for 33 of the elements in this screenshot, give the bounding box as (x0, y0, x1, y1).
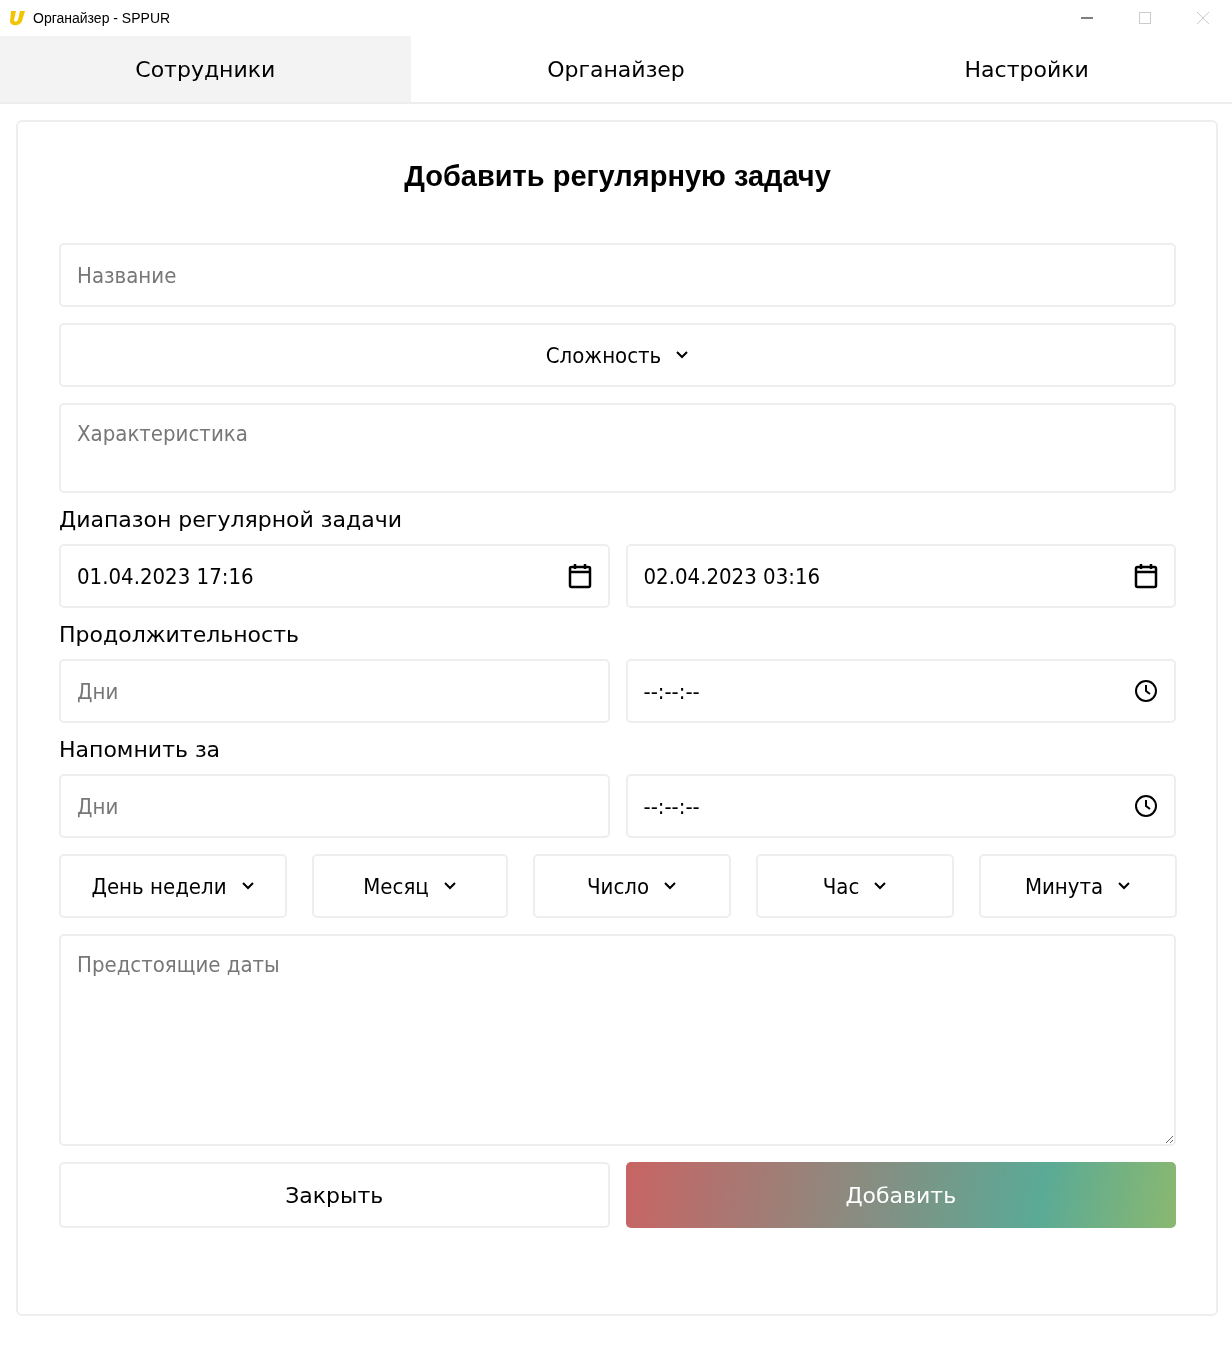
section-label: Напомнить за (59, 737, 222, 762)
chevron-down-icon (240, 881, 255, 891)
date-field[interactable]: 02.04.2023 03:16 (625, 544, 1176, 608)
calendar-icon[interactable] (567, 563, 592, 589)
time-field[interactable]: --:--:-- (625, 774, 1176, 838)
clock-icon[interactable] (1134, 679, 1158, 703)
time-field[interactable]: --:--:-- (625, 659, 1176, 723)
chevron-down-icon (1117, 881, 1132, 891)
select-dropdown[interactable]: День недели (59, 854, 287, 918)
select-dropdown[interactable]: Минута (979, 854, 1177, 918)
chevron-down-icon (675, 350, 690, 360)
calendar-icon[interactable] (1134, 563, 1158, 589)
nav-tab[interactable]: Сотрудники (0, 36, 411, 102)
section-label: Продолжительность (59, 622, 300, 647)
window-title: Органайзер - SPPUR (33, 10, 171, 26)
description-field[interactable]: Характеристика (59, 403, 1176, 493)
chevron-down-icon (663, 881, 678, 891)
upcoming-dates-field[interactable]: Предстоящие даты (59, 934, 1176, 1146)
days-field[interactable]: Дни (59, 659, 610, 723)
chevron-down-icon (442, 881, 457, 891)
select-dropdown[interactable]: Число (533, 854, 731, 918)
date-field[interactable]: 01.04.2023 17:16 (59, 544, 610, 608)
difficulty-dropdown[interactable]: Сложность (59, 323, 1176, 387)
days-field[interactable]: Дни (59, 774, 610, 838)
select-dropdown[interactable]: Час (756, 854, 954, 918)
name-field[interactable]: Название (59, 243, 1176, 307)
select-dropdown[interactable]: Месяц (312, 854, 508, 918)
section-label: Диапазон регулярной задачи (59, 507, 403, 532)
chevron-down-icon (873, 881, 888, 891)
close-button[interactable]: Закрыть (59, 1162, 610, 1228)
app-logo-icon (9, 9, 27, 27)
form-title: Добавить регулярную задачу (403, 160, 832, 193)
clock-icon[interactable] (1134, 794, 1158, 818)
